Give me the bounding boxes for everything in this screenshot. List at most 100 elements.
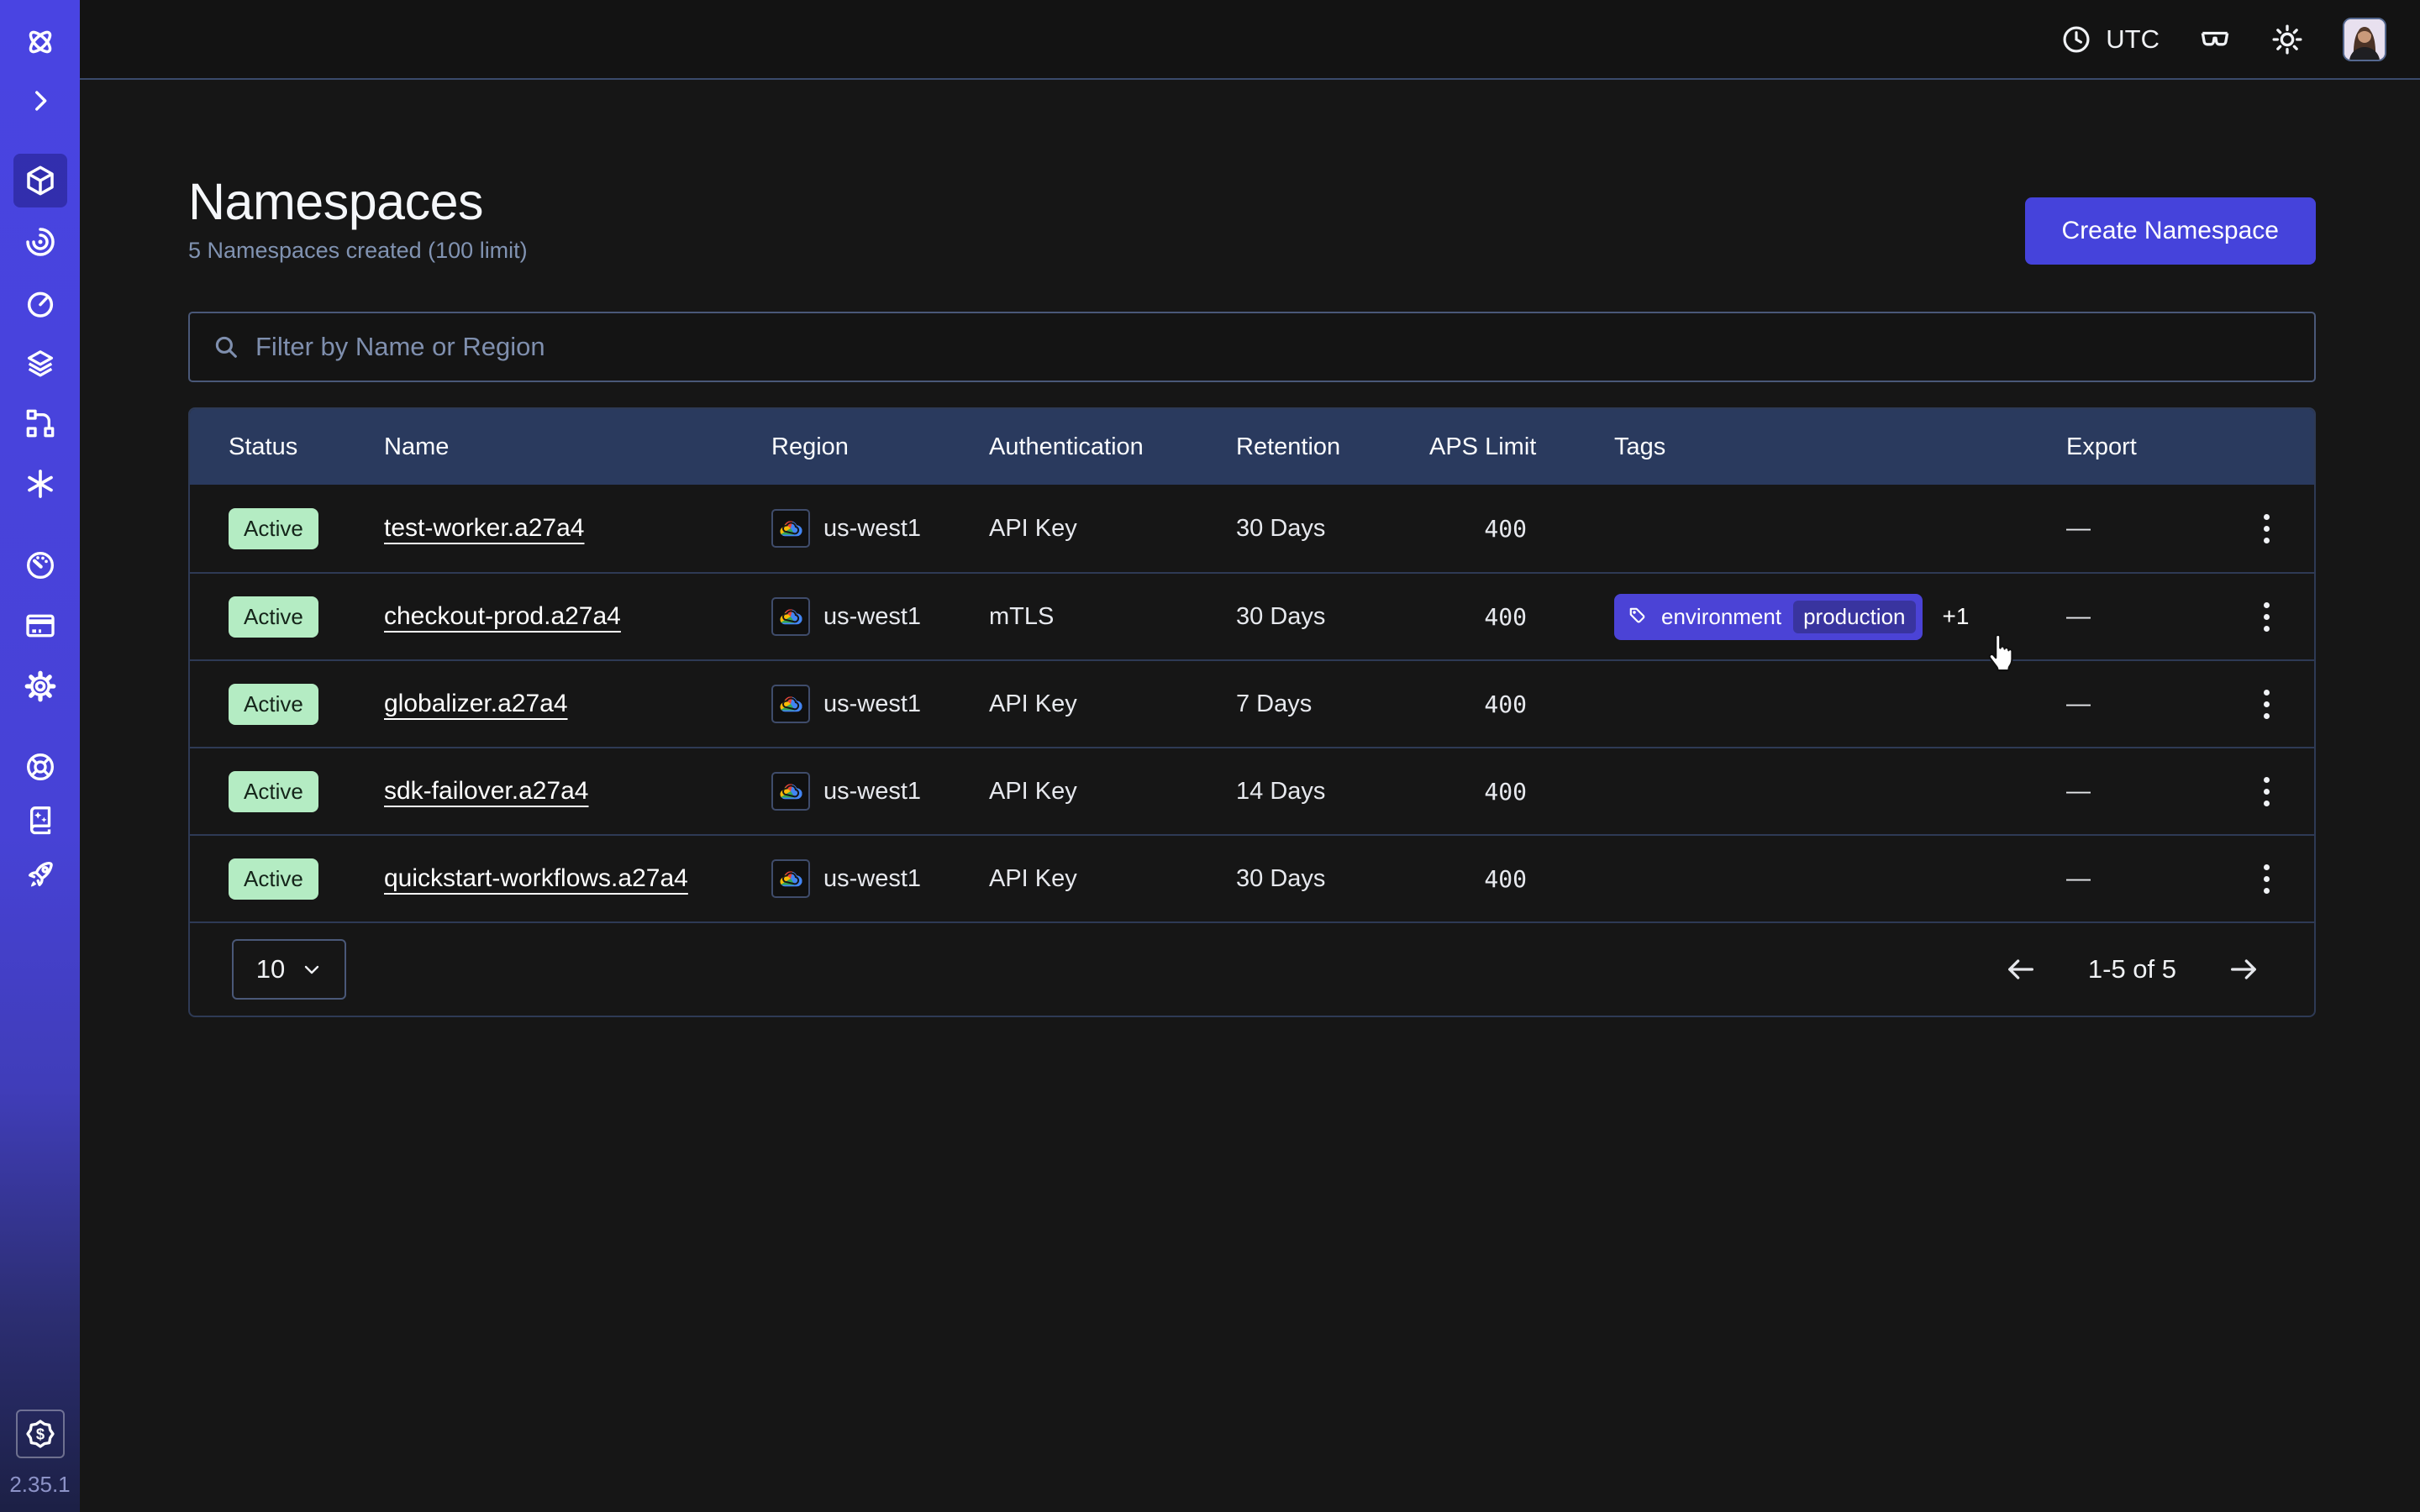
namespace-link[interactable]: test-worker.a27a4 <box>384 514 584 542</box>
sidebar-item-workflows[interactable] <box>23 224 58 260</box>
sidebar-item-support[interactable] <box>23 749 58 785</box>
table-body: Active test-worker.a27a4 us-wes <box>190 485 2314 921</box>
arrow-right-icon <box>2227 953 2260 986</box>
avatar-image <box>2344 19 2385 60</box>
sidebar-item-usage[interactable] <box>23 548 58 583</box>
row-menu-button[interactable] <box>2259 772 2275 811</box>
previous-page-button[interactable] <box>2004 953 2038 986</box>
export-status: — <box>2066 603 2218 631</box>
region-label: us-west1 <box>823 778 921 806</box>
column-header-auth: Authentication <box>989 433 1236 461</box>
cube-icon <box>23 163 58 198</box>
filter-bar <box>188 312 2316 382</box>
gcp-region-icon <box>771 597 810 636</box>
sidebar-item-settings[interactable] <box>23 669 58 704</box>
column-header-status: Status <box>229 433 384 461</box>
region-label: us-west1 <box>823 690 921 718</box>
timezone-selector[interactable]: UTC <box>2060 24 2160 55</box>
sidebar-item-batch[interactable] <box>23 466 58 501</box>
table-row: Active quickstart-workflows.a27a4 <box>190 834 2314 921</box>
column-header-tags: Tags <box>1614 433 2066 461</box>
tag-key: environment <box>1661 604 1781 630</box>
glasses-icon <box>2198 23 2232 56</box>
sidebar-item-nexus[interactable] <box>23 406 58 441</box>
row-menu-button[interactable] <box>2259 685 2275 724</box>
sidebar: $ 2.35.1 <box>0 0 80 1512</box>
namespace-link[interactable]: checkout-prod.a27a4 <box>384 602 621 630</box>
region-label: us-west1 <box>823 515 921 543</box>
filter-input[interactable] <box>255 332 2292 362</box>
branch-icon <box>24 407 57 440</box>
retention-period: 30 Days <box>1236 865 1429 893</box>
table-header-row: Status Name Region Authentication Retent… <box>190 409 2314 485</box>
namespace-count: 5 Namespaces created (100 limit) <box>188 238 528 264</box>
sidebar-item-schedules[interactable] <box>23 286 58 321</box>
gauge-icon <box>24 549 57 582</box>
table-row: Active sdk-failover.a27a4 us-we <box>190 747 2314 834</box>
sidebar-expand-button[interactable] <box>23 83 58 118</box>
auth-method: mTLS <box>989 603 1236 631</box>
column-header-export: Export <box>2066 433 2218 461</box>
column-header-region: Region <box>771 433 989 461</box>
retention-period: 30 Days <box>1236 515 1429 543</box>
namespace-link[interactable]: quickstart-workflows.a27a4 <box>384 864 688 892</box>
gcp-region-icon <box>771 859 810 898</box>
column-header-retention: Retention <box>1236 433 1429 461</box>
status-badge: Active <box>229 684 318 725</box>
chevron-down-icon <box>302 959 322 979</box>
tag-value: production <box>1793 601 1915 633</box>
row-menu-button[interactable] <box>2259 509 2275 549</box>
column-header-name: Name <box>384 433 771 461</box>
pricing-button[interactable]: $ <box>16 1410 65 1458</box>
next-page-button[interactable] <box>2227 953 2260 986</box>
topbar: UTC <box>80 0 2420 80</box>
namespace-link[interactable]: globalizer.a27a4 <box>384 690 568 717</box>
timezone-label: UTC <box>2106 24 2160 55</box>
layers-icon <box>24 347 57 381</box>
spiral-icon <box>24 225 57 259</box>
aps-limit: 400 <box>1429 778 1528 806</box>
aps-limit: 400 <box>1429 690 1528 718</box>
gcp-region-icon <box>771 509 810 548</box>
credit-card-icon <box>24 609 57 643</box>
tags-more-count: +1 <box>1943 603 1970 630</box>
retention-period: 30 Days <box>1236 603 1429 631</box>
gcp-region-icon <box>771 685 810 723</box>
temporal-logo-icon[interactable] <box>23 24 58 60</box>
clock-icon <box>2060 24 2092 55</box>
row-menu-button[interactable] <box>2259 597 2275 637</box>
labs-button[interactable] <box>2198 23 2232 56</box>
page-size-select[interactable]: 10 <box>232 939 346 1000</box>
search-icon <box>212 333 240 361</box>
sun-icon <box>2270 23 2304 56</box>
sidebar-item-docs[interactable] <box>23 802 58 837</box>
tag-icon <box>1628 606 1649 627</box>
namespaces-table: Status Name Region Authentication Retent… <box>188 407 2316 1017</box>
sidebar-item-namespaces[interactable] <box>13 154 67 207</box>
sidebar-item-billing[interactable] <box>23 608 58 643</box>
export-status: — <box>2066 690 2218 718</box>
namespace-link[interactable]: sdk-failover.a27a4 <box>384 777 589 805</box>
aps-limit: 400 <box>1429 865 1528 893</box>
region-label: us-west1 <box>823 603 921 631</box>
rocket-icon <box>24 858 57 891</box>
column-header-aps: APS Limit <box>1429 433 1528 461</box>
sidebar-item-deployments[interactable] <box>23 346 58 381</box>
asterisk-icon <box>24 467 57 501</box>
status-badge: Active <box>229 508 318 549</box>
status-badge: Active <box>229 771 318 812</box>
row-menu-button[interactable] <box>2259 859 2275 899</box>
sidebar-item-getting-started[interactable] <box>23 857 58 892</box>
theme-toggle-button[interactable] <box>2270 23 2304 56</box>
table-row: Active test-worker.a27a4 us-wes <box>190 485 2314 572</box>
svg-text:$: $ <box>36 1425 45 1443</box>
create-namespace-button[interactable]: Create Namespace <box>2025 197 2316 265</box>
arrow-left-icon <box>2004 953 2038 986</box>
export-status: — <box>2066 865 2218 893</box>
timer-icon <box>24 286 57 320</box>
page-size-value: 10 <box>256 954 285 984</box>
user-avatar[interactable] <box>2343 18 2386 61</box>
tag-pill[interactable]: environment production <box>1614 594 1923 640</box>
main-content: Namespaces 5 Namespaces created (100 lim… <box>80 81 2420 1512</box>
table-row: Active globalizer.a27a4 us-west <box>190 659 2314 747</box>
